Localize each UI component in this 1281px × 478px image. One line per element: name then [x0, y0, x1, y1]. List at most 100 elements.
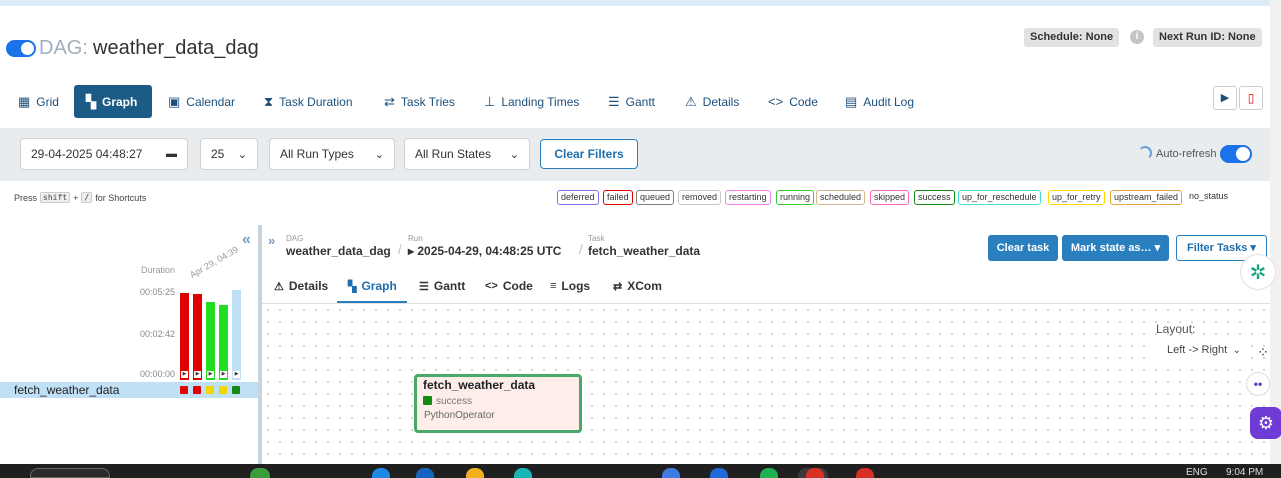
tab-task-tries[interactable]: ⇄ Task Tries: [384, 85, 455, 118]
refresh-spinner-icon: [1138, 146, 1152, 160]
legend-failed[interactable]: failed: [603, 190, 633, 205]
task-node-operator: PythonOperator: [424, 410, 495, 421]
active-tab-indicator: [337, 301, 407, 303]
chevron-down-icon: ⌄: [374, 148, 384, 161]
taskbar-weather-icon[interactable]: [250, 468, 270, 478]
tab-task-gantt[interactable]: ☰ Gantt: [419, 279, 465, 293]
legend-removed[interactable]: removed: [678, 190, 722, 205]
tab-calendar[interactable]: ▣ Calendar: [168, 85, 235, 118]
mark-state-button[interactable]: Mark state as… ▾: [1062, 235, 1169, 261]
info-icon[interactable]: i: [1130, 30, 1144, 44]
tab-task-xcom[interactable]: ⇄ XCom: [613, 279, 662, 293]
duration-bar[interactable]: ▶: [193, 294, 202, 380]
run-states-select[interactable]: All Run States ⌄: [404, 138, 530, 170]
legend-deferred[interactable]: deferred: [557, 190, 599, 205]
run-play-icon: ▶: [233, 371, 240, 378]
auto-refresh-label: Auto-refresh: [1156, 148, 1217, 160]
legend-running[interactable]: running: [776, 190, 815, 205]
trash-icon: ▯: [1247, 91, 1255, 105]
task-instance-cell[interactable]: [219, 386, 227, 394]
taskbar-folder-icon[interactable]: [466, 468, 484, 478]
task-instance-cell[interactable]: [232, 386, 240, 394]
taskbar-chrome-icon[interactable]: [806, 468, 824, 478]
taskbar-clock[interactable]: 9:04 PM: [1226, 467, 1263, 478]
taskbar-app-icon[interactable]: [662, 468, 680, 478]
num-runs-select[interactable]: 25 ⌄: [200, 138, 258, 170]
breadcrumb-dag[interactable]: weather_data_dag: [286, 244, 391, 258]
taskbar-chrome-icon[interactable]: [856, 468, 874, 478]
breadcrumb-run[interactable]: ▸ 2025-04-29, 04:48:25 UTC: [408, 244, 561, 258]
taskbar-search-icon[interactable]: [30, 468, 110, 478]
calendar-icon: ▬: [166, 148, 177, 160]
taskbar-whatsapp-icon[interactable]: [760, 468, 778, 478]
taskbar-app-icon[interactable]: [416, 468, 434, 478]
expand-details-icon[interactable]: »: [268, 233, 275, 248]
chatgpt-extension-icon[interactable]: ✲: [1240, 254, 1276, 290]
tab-gantt-label: Gantt: [625, 94, 656, 109]
tab-code[interactable]: <> Code: [768, 85, 818, 118]
taskbar-app-icon[interactable]: [372, 468, 390, 478]
shortcut-key-shift: shift: [40, 192, 71, 203]
legend-restarting[interactable]: restarting: [725, 190, 771, 205]
task-row-label[interactable]: fetch_weather_data: [14, 383, 119, 397]
legend-upstream-failed[interactable]: upstream_failed: [1110, 190, 1183, 205]
legend-success[interactable]: success: [914, 190, 955, 205]
warning-icon: ⚠: [274, 280, 284, 293]
task-instance-cell[interactable]: [180, 386, 188, 394]
shortcut-hint: Press shift + / for Shortcuts: [14, 192, 146, 203]
tab-task-logs[interactable]: ≡ Logs: [550, 279, 590, 293]
run-types-value: All Run Types: [280, 147, 354, 161]
duration-bar[interactable]: ▶: [206, 302, 215, 380]
layout-label: Layout:: [1156, 322, 1196, 336]
extension-apps-icon[interactable]: ⁘: [1251, 340, 1275, 364]
delete-dag-button[interactable]: ▯: [1239, 86, 1263, 110]
legend-queued[interactable]: queued: [636, 190, 675, 205]
duration-bar[interactable]: ▶: [180, 293, 189, 380]
taskbar-app-icon[interactable]: [514, 468, 532, 478]
schedule-badge: Schedule: None: [1024, 28, 1120, 47]
hourglass-icon: ⧗: [264, 93, 274, 109]
run-types-select[interactable]: All Run Types ⌄: [269, 138, 395, 170]
assistant-bot-icon[interactable]: ••: [1246, 372, 1270, 396]
duration-bar[interactable]: ▶: [232, 290, 241, 380]
legend-no-status[interactable]: no_status: [1186, 190, 1232, 205]
tab-details[interactable]: ⚠ Details: [685, 85, 739, 118]
tab-graph[interactable]: ▚ Graph: [74, 85, 152, 118]
task-node-title: fetch_weather_data: [423, 378, 536, 392]
legend-skipped[interactable]: skipped: [870, 190, 910, 205]
page-scrollbar[interactable]: [1270, 0, 1281, 464]
tab-task-duration-label: Task Duration: [279, 94, 353, 109]
auto-refresh-toggle[interactable]: [1220, 145, 1252, 163]
tab-graph-label: Graph: [102, 94, 138, 109]
collapse-grid-icon[interactable]: «: [242, 231, 251, 249]
legend-up-for-reschedule[interactable]: up_for_reschedule: [958, 190, 1041, 205]
tab-grid[interactable]: ▦ Grid: [18, 85, 59, 118]
clear-filters-button[interactable]: Clear Filters: [540, 139, 638, 169]
tab-audit-log[interactable]: ▤ Audit Log: [845, 85, 914, 118]
settings-gear-icon[interactable]: ⚙: [1250, 407, 1281, 439]
task-instance-cell[interactable]: [206, 386, 214, 394]
clear-task-button[interactable]: Clear task: [988, 235, 1058, 261]
base-date-input[interactable]: 29-04-2025 04:48:27 ▬: [20, 138, 188, 170]
legend-up-for-retry[interactable]: up_for_retry: [1048, 190, 1105, 205]
tab-gantt[interactable]: ☰ Gantt: [608, 85, 655, 118]
task-instance-cell[interactable]: [193, 386, 201, 394]
duration-bar[interactable]: ▶: [219, 305, 228, 380]
legend-scheduled[interactable]: scheduled: [816, 190, 866, 205]
dag-pause-toggle[interactable]: [6, 40, 36, 57]
tab-code-label: Code: [789, 94, 818, 109]
tab-task-graph[interactable]: ▚ Graph: [348, 279, 397, 293]
tab-task-duration[interactable]: ⧗ Task Duration: [264, 85, 353, 118]
tab-landing-times[interactable]: ⊥ Landing Times: [484, 85, 579, 118]
tab-audit-log-label: Audit Log: [863, 94, 915, 109]
taskbar-language[interactable]: ENG: [1186, 467, 1208, 478]
tab-task-details[interactable]: ⚠ Details: [274, 279, 328, 293]
next-run-badge: Next Run ID: None: [1153, 28, 1262, 47]
trigger-dag-button[interactable]: ▶: [1213, 86, 1237, 110]
run-play-icon: ▶: [181, 371, 188, 378]
tab-task-code[interactable]: <> Code: [485, 279, 533, 293]
breadcrumb-task[interactable]: fetch_weather_data: [588, 244, 700, 258]
layout-select[interactable]: Left -> Right ⌄: [1153, 338, 1249, 362]
breadcrumb-run-label: Run: [408, 234, 423, 243]
taskbar-app-icon[interactable]: [710, 468, 728, 478]
